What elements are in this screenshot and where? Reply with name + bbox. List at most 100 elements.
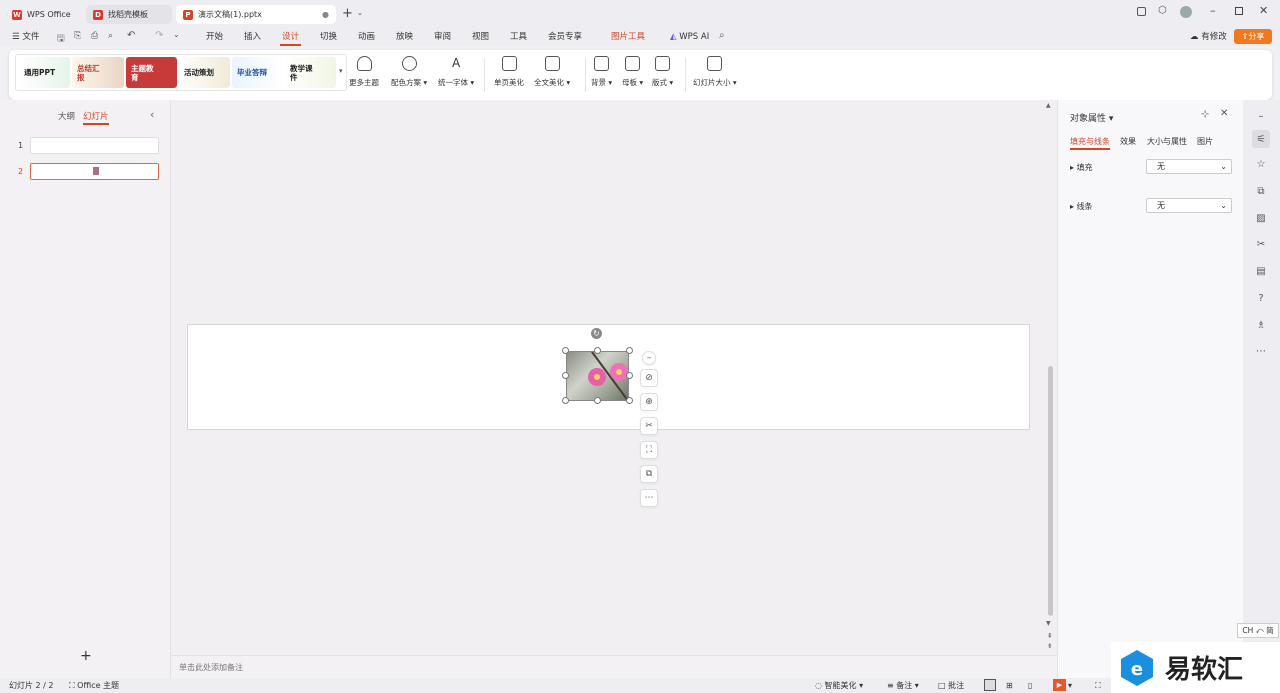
restore-icon[interactable] bbox=[1235, 7, 1243, 15]
resize-handle[interactable] bbox=[626, 372, 633, 379]
template-summary[interactable]: 总结汇报 bbox=[72, 57, 124, 88]
resize-handle[interactable] bbox=[626, 347, 633, 354]
slide-size-button[interactable]: 幻灯片大小 ▾ bbox=[693, 56, 737, 88]
menu-member[interactable]: 会员专享 bbox=[546, 30, 584, 44]
slideshow-menu-icon[interactable]: ▾ bbox=[1068, 680, 1072, 691]
slide-thumbnail-1[interactable] bbox=[30, 137, 159, 154]
panel-title[interactable]: 对象属性 ▾ bbox=[1070, 111, 1113, 124]
template-graduation[interactable]: 毕业答辩 bbox=[232, 57, 283, 88]
minimize-icon[interactable]: – bbox=[1210, 4, 1216, 17]
fill-section-toggle[interactable]: ▸ 填充 bbox=[1070, 162, 1093, 173]
scan-icon[interactable]: ⛶ bbox=[640, 441, 658, 459]
grid-view-icon[interactable]: ⊞ bbox=[1006, 680, 1013, 691]
star-icon[interactable]: ☆ bbox=[1254, 157, 1268, 171]
menu-picture-tools[interactable]: 图片工具 bbox=[609, 30, 647, 44]
collapse-toolbar-icon[interactable]: – bbox=[642, 351, 656, 365]
tab-wps-office[interactable]: W WPS Office bbox=[5, 5, 81, 24]
more-icon[interactable]: ⋯ bbox=[1254, 344, 1268, 358]
resize-handle[interactable] bbox=[594, 397, 601, 404]
has-changes-button[interactable]: ☁ 有修改 bbox=[1188, 30, 1229, 44]
chevron-down-icon[interactable]: ⌄ bbox=[357, 9, 363, 17]
menu-insert[interactable]: 插入 bbox=[242, 30, 263, 44]
fit-window-icon[interactable]: ⛶ bbox=[1095, 680, 1101, 691]
full-beautify-button[interactable]: 全文美化 ▾ bbox=[534, 56, 570, 88]
menu-file[interactable]: ☰ 文件 bbox=[10, 30, 41, 44]
properties-icon[interactable]: ⚟ bbox=[1252, 130, 1270, 148]
gallery-expand-icon[interactable]: ▾ bbox=[339, 67, 343, 75]
window-layout-icon[interactable] bbox=[1137, 7, 1146, 16]
close-panel-icon[interactable]: ✕ bbox=[1220, 108, 1228, 119]
menu-design[interactable]: 设计 bbox=[280, 30, 302, 46]
tab-picture[interactable]: 图片 bbox=[1197, 136, 1213, 147]
crop-icon[interactable]: ⊘ bbox=[640, 369, 658, 387]
resize-handle[interactable] bbox=[562, 397, 569, 404]
export-icon[interactable]: ⎘ bbox=[74, 31, 81, 41]
menu-slideshow[interactable]: 放映 bbox=[394, 30, 415, 44]
single-beautify-button[interactable]: 单页美化 bbox=[494, 56, 524, 88]
template-event[interactable]: 活动策划 bbox=[179, 57, 230, 88]
shirt-icon[interactable]: ♗ bbox=[1254, 318, 1268, 332]
resize-handle[interactable] bbox=[562, 372, 569, 379]
selected-picture[interactable] bbox=[566, 351, 629, 401]
pin-icon[interactable]: ⊹ bbox=[1201, 109, 1209, 120]
unsaved-dot-icon[interactable]: ● bbox=[322, 10, 329, 19]
more-themes-button[interactable]: 更多主题 bbox=[349, 56, 379, 88]
vertical-scrollbar[interactable] bbox=[1048, 366, 1053, 616]
copy-icon[interactable]: ⧉ bbox=[1254, 184, 1268, 198]
template-general-ppt[interactable]: 通用PPT bbox=[19, 57, 70, 88]
menu-review[interactable]: 审阅 bbox=[432, 30, 453, 44]
theme-button[interactable]: ⛶ Office 主题 bbox=[69, 680, 119, 691]
slides-tab[interactable]: 幻灯片 bbox=[83, 110, 109, 125]
save-icon[interactable]: 🖫 bbox=[57, 31, 65, 47]
menu-home[interactable]: 开始 bbox=[204, 30, 225, 44]
tools-icon[interactable]: ✂ bbox=[1254, 237, 1268, 251]
tab-fill-line[interactable]: 填充与线条 bbox=[1070, 136, 1110, 150]
tools-icon[interactable]: ✂ bbox=[640, 417, 658, 435]
outline-tab[interactable]: 大纲 bbox=[58, 110, 75, 122]
menu-animation[interactable]: 动画 bbox=[356, 30, 377, 44]
print-icon[interactable]: ⎙ bbox=[91, 31, 98, 41]
tab-effects[interactable]: 效果 bbox=[1120, 136, 1136, 147]
new-tab-icon[interactable]: + bbox=[342, 6, 353, 21]
share-button[interactable]: ⇪ 分享 bbox=[1234, 29, 1272, 44]
image-edit-icon[interactable]: ▨ bbox=[1254, 211, 1268, 225]
comments-button[interactable]: □ 批注 bbox=[938, 680, 964, 691]
scroll-up-icon[interactable]: ▲ bbox=[1046, 102, 1051, 109]
search-icon[interactable]: ⌕ bbox=[719, 30, 725, 41]
slide-thumbnail-2[interactable] bbox=[30, 163, 159, 180]
unify-font-button[interactable]: A 统一字体 ▾ bbox=[438, 56, 474, 88]
reading-view-icon[interactable]: ▯ bbox=[1028, 680, 1032, 691]
layout-button[interactable]: 版式 ▾ bbox=[652, 56, 673, 88]
redo-icon[interactable]: ↷ bbox=[155, 30, 163, 41]
minimize-panel-icon[interactable]: – bbox=[1254, 109, 1268, 123]
print-preview-icon[interactable]: ⌕ bbox=[108, 31, 113, 41]
color-scheme-button[interactable]: 配色方案 ▾ bbox=[391, 56, 427, 88]
rotate-handle-icon[interactable]: ↻ bbox=[591, 328, 602, 339]
tab-template[interactable]: D 找稻壳模板 bbox=[86, 5, 172, 24]
undo-icon[interactable]: ↶ bbox=[127, 30, 135, 41]
menu-view[interactable]: 视图 bbox=[470, 30, 491, 44]
book-icon[interactable]: ▤ bbox=[1254, 264, 1268, 278]
tab-size-properties[interactable]: 大小与属性 bbox=[1147, 136, 1187, 147]
zoom-in-icon[interactable]: ⊕ bbox=[640, 393, 658, 411]
scroll-down-icon[interactable]: ▼ bbox=[1046, 620, 1051, 627]
ime-indicator[interactable]: CH ⤺ 简 bbox=[1237, 623, 1279, 638]
close-icon[interactable]: ✕ bbox=[1259, 4, 1268, 17]
menu-transition[interactable]: 切换 bbox=[318, 30, 339, 44]
notes-button[interactable]: ≡ 备注 ▾ bbox=[887, 680, 919, 691]
master-button[interactable]: 母板 ▾ bbox=[622, 56, 643, 88]
resize-handle[interactable] bbox=[594, 347, 601, 354]
normal-view-icon[interactable] bbox=[984, 679, 996, 691]
background-button[interactable]: 背景 ▾ bbox=[591, 56, 612, 88]
line-section-toggle[interactable]: ▸ 线条 bbox=[1070, 201, 1093, 212]
image-replace-icon[interactable]: ⧉ bbox=[640, 465, 658, 483]
collapse-panel-icon[interactable]: ‹ bbox=[150, 108, 154, 121]
avatar[interactable] bbox=[1180, 6, 1192, 18]
customize-toolbar-icon[interactable]: ⌄ bbox=[173, 30, 180, 39]
menu-tools[interactable]: 工具 bbox=[508, 30, 529, 44]
add-slide-button[interactable]: + bbox=[80, 648, 92, 664]
fill-select[interactable]: 无 ⌄ bbox=[1146, 159, 1232, 174]
tab-presentation[interactable]: P 演示文稿(1).pptx ● bbox=[176, 5, 336, 24]
line-select[interactable]: 无 ⌄ bbox=[1146, 198, 1232, 213]
next-slide-icon[interactable]: ⇟ bbox=[1047, 642, 1053, 650]
